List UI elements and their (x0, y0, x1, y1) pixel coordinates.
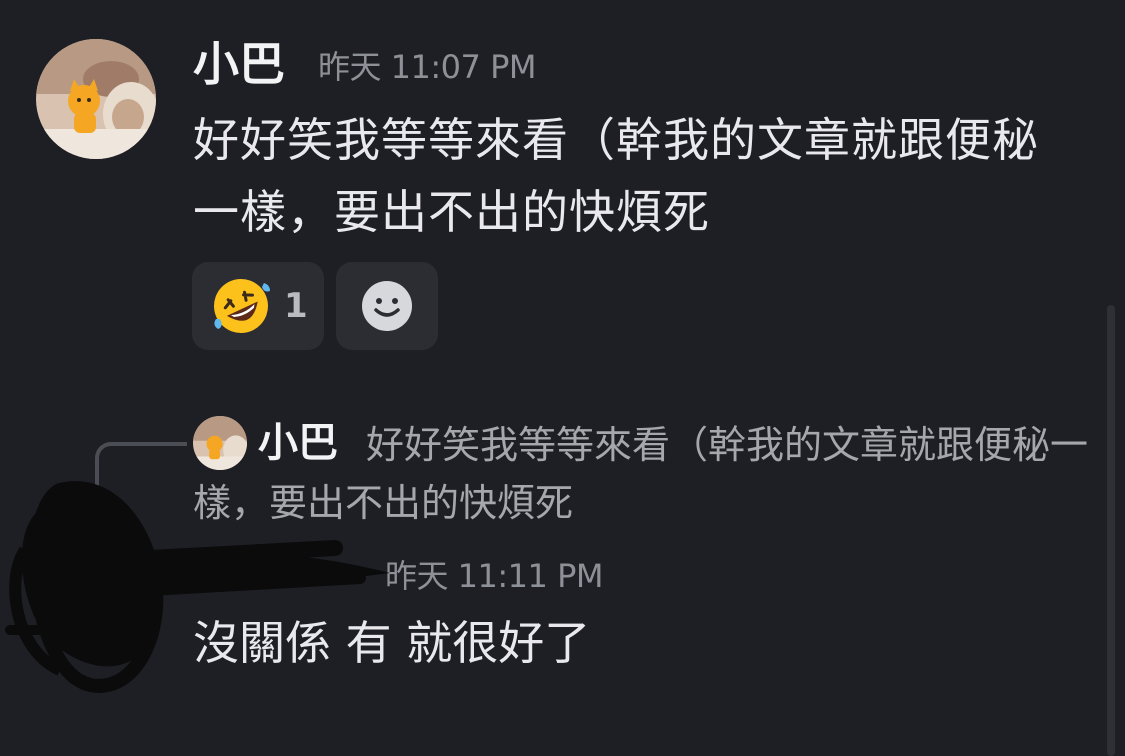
message-text: 好好笑我等等來看（幹我的文章就跟便秘一樣，要出不出的快煩死 (193, 113, 1039, 239)
chat-view: 小巴 昨天 11:07 PM 好好笑我等等來看（幹我的文章就跟便秘一樣，要出不出… (0, 0, 1125, 756)
redaction-scribble (5, 481, 390, 693)
message-author[interactable]: 小巴 (193, 36, 285, 92)
reaction-laugh-button[interactable]: 1 (192, 262, 324, 350)
message-timestamp: 昨天 11:07 PM (318, 48, 536, 86)
rolling-on-floor-laughing-emoji-icon (214, 279, 270, 333)
scrollbar[interactable] (1107, 305, 1115, 756)
smiley-icon (362, 281, 412, 331)
author-avatar[interactable] (36, 39, 156, 159)
reaction-count: 1 (284, 286, 308, 326)
add-reaction-button[interactable] (336, 262, 438, 350)
reply-author-name[interactable]: 小巴 (258, 418, 338, 468)
